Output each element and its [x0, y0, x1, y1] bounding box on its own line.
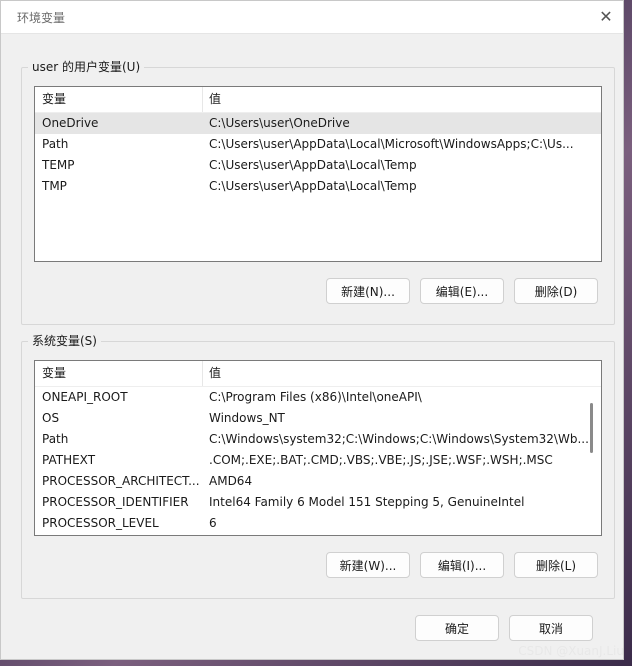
column-header-variable[interactable]: 变量	[35, 87, 203, 112]
table-row[interactable]: PROCESSOR_LEVEL 6	[35, 513, 601, 534]
ok-button[interactable]: 确定	[415, 615, 499, 641]
environment-variables-dialog: 环境变量 ✕ user 的用户变量(U) 变量 值 OneDrive C:\Us…	[0, 0, 624, 660]
table-row[interactable]: TMP C:\Users\user\AppData\Local\Temp	[35, 176, 601, 197]
variable-value: C:\Users\user\AppData\Local\Temp	[209, 179, 417, 193]
system-new-button[interactable]: 新建(W)...	[326, 552, 410, 578]
system-delete-button[interactable]: 删除(L)	[514, 552, 598, 578]
user-variables-group: user 的用户变量(U) 变量 值 OneDrive C:\Users\use…	[21, 58, 615, 325]
variable-value: 6	[209, 516, 217, 530]
system-variables-list[interactable]: 变量 值 ONEAPI_ROOT C:\Program Files (x86)\…	[34, 360, 602, 536]
cancel-button[interactable]: 取消	[509, 615, 593, 641]
list-header: 变量 值	[35, 361, 601, 387]
variable-name: OneDrive	[42, 116, 99, 130]
variable-value: C:\Users\user\AppData\Local\Temp	[209, 158, 417, 172]
system-edit-button[interactable]: 编辑(I)...	[420, 552, 504, 578]
table-row[interactable]: PROCESSOR_ARCHITECT... AMD64	[35, 471, 601, 492]
variable-name: Path	[42, 137, 69, 151]
user-variables-list[interactable]: 变量 值 OneDrive C:\Users\user\OneDrive Pat…	[34, 86, 602, 262]
user-edit-button[interactable]: 编辑(E)...	[420, 278, 504, 304]
table-row[interactable]: ONEAPI_ROOT C:\Program Files (x86)\Intel…	[35, 387, 601, 408]
column-header-value[interactable]: 值	[203, 87, 601, 112]
variable-name: PROCESSOR_ARCHITECT...	[42, 474, 200, 488]
scrollbar-thumb[interactable]	[590, 403, 593, 453]
table-row[interactable]: Path C:\Users\user\AppData\Local\Microso…	[35, 134, 601, 155]
table-row[interactable]: OneDrive C:\Users\user\OneDrive	[35, 113, 601, 134]
variable-value: Intel64 Family 6 Model 151 Stepping 5, G…	[209, 495, 525, 509]
variable-value: AMD64	[209, 474, 253, 488]
list-header: 变量 值	[35, 87, 601, 113]
close-icon[interactable]: ✕	[595, 5, 617, 27]
table-row[interactable]: TEMP C:\Users\user\AppData\Local\Temp	[35, 155, 601, 176]
system-variables-title: 系统变量(S)	[28, 332, 101, 349]
variable-name: TEMP	[42, 158, 75, 172]
variable-value: C:\Program Files (x86)\Intel\oneAPI\	[209, 390, 422, 404]
title-bar: 环境变量 ✕	[1, 1, 623, 34]
system-variables-group: 系统变量(S) 变量 值 ONEAPI_ROOT C:\Program File…	[21, 332, 615, 599]
variable-value: C:\Users\user\OneDrive	[209, 116, 350, 130]
variable-name: Path	[42, 432, 69, 446]
variable-name: PROCESSOR_IDENTIFIER	[42, 495, 189, 509]
variable-value: Windows_NT	[209, 411, 285, 425]
variable-value: C:\Users\user\AppData\Local\Microsoft\Wi…	[209, 137, 574, 151]
window-title: 环境变量	[17, 11, 66, 25]
table-row[interactable]: Path C:\Windows\system32;C:\Windows;C:\W…	[35, 429, 601, 450]
table-row[interactable]: PATHEXT .COM;.EXE;.BAT;.CMD;.VBS;.VBE;.J…	[35, 450, 601, 471]
column-header-value[interactable]: 值	[203, 361, 601, 386]
column-header-variable[interactable]: 变量	[35, 361, 203, 386]
user-new-button[interactable]: 新建(N)...	[326, 278, 410, 304]
variable-name: PROCESSOR_LEVEL	[42, 516, 159, 530]
variable-name: OS	[42, 411, 60, 425]
table-row[interactable]: OS Windows_NT	[35, 408, 601, 429]
variable-name: TMP	[42, 179, 67, 193]
watermark: CSDN @XuanJ.Liu	[518, 644, 624, 658]
variable-value: C:\Windows\system32;C:\Windows;C:\Window…	[209, 432, 589, 446]
variable-name: ONEAPI_ROOT	[42, 390, 128, 404]
user-variables-title: user 的用户变量(U)	[28, 58, 145, 75]
table-row[interactable]: PROCESSOR_IDENTIFIER Intel64 Family 6 Mo…	[35, 492, 601, 513]
user-delete-button[interactable]: 删除(D)	[514, 278, 598, 304]
variable-value: .COM;.EXE;.BAT;.CMD;.VBS;.VBE;.JS;.JSE;.…	[209, 453, 553, 467]
variable-name: PATHEXT	[42, 453, 96, 467]
